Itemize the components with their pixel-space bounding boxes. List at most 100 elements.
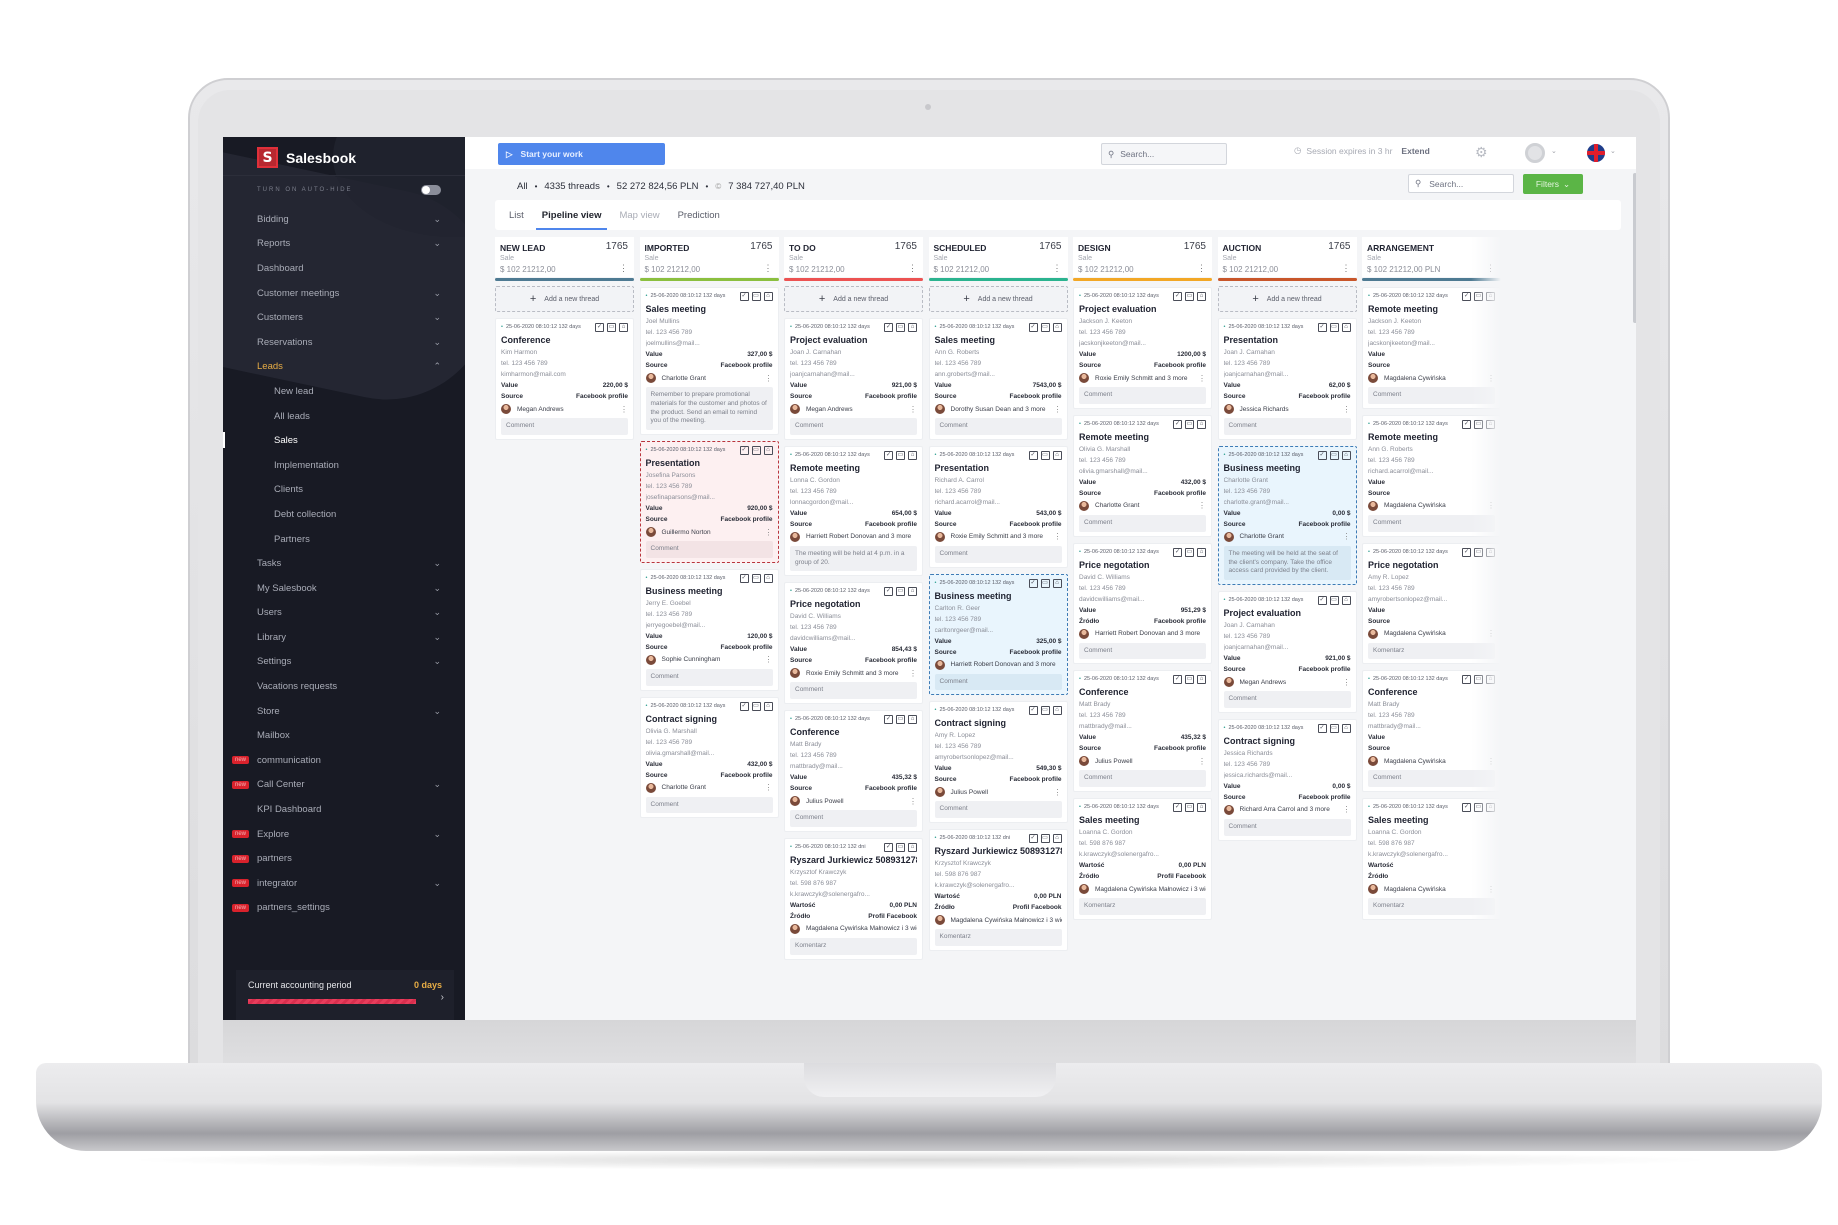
card-comment[interactable]: Comment (1079, 514, 1206, 532)
sidebar-item-vacations-requests[interactable]: Vacations requests (223, 674, 465, 699)
clipboard-check-icon[interactable]: ✓ (884, 587, 893, 597)
sidebar-item-all-leads[interactable]: All leads (223, 404, 465, 429)
thread-card[interactable]: • 25-06-2020 08:10:12 132 days ✓ ▭ ⌂ Price ne… (1073, 542, 1212, 665)
calendar-icon[interactable]: ▭ (607, 323, 616, 332)
archive-icon[interactable]: ⌂ (1486, 292, 1495, 301)
calendar-icon[interactable]: ▭ (896, 450, 905, 460)
thread-card[interactable]: • 25-06-2020 08:10:12 132 days ✓ ▭ ⌂ Contract… (928, 701, 1068, 824)
calendar-icon[interactable]: ▭ (1185, 419, 1194, 429)
calendar-icon[interactable]: ▭ (1329, 596, 1339, 606)
sidebar-item-my-salesbook[interactable]: My Salesbook ⌄ (223, 576, 465, 601)
sidebar-item-settings[interactable]: Settings ⌄ (223, 650, 465, 675)
archive-icon[interactable]: ⌂ (1052, 834, 1062, 844)
card-comment[interactable]: Comment (790, 810, 917, 827)
more-vertical-icon[interactable]: ⋮ (1343, 678, 1351, 687)
calendar-icon[interactable]: ▭ (751, 573, 761, 583)
thread-card[interactable]: • 25-06-2020 08:10:12 132 days ✓ ▭ ⌂ Sales me… (1362, 798, 1501, 920)
thread-card[interactable]: • 25-06-2020 08:10:12 132 days ✓ ▭ ⌂ Presenta… (928, 445, 1068, 568)
chevron-down-icon[interactable]: ⌄ (1610, 147, 1616, 155)
archive-icon[interactable]: ⌂ (1197, 675, 1206, 685)
clipboard-check-icon[interactable]: ✓ (739, 446, 749, 456)
more-vertical-icon[interactable]: ⋮ (1054, 532, 1062, 541)
more-vertical-icon[interactable]: ⋮ (1343, 805, 1351, 814)
more-vertical-icon[interactable]: ⋮ (765, 655, 773, 664)
more-vertical-icon[interactable]: ⋮ (620, 405, 628, 414)
clipboard-check-icon[interactable]: ✓ (1173, 675, 1182, 685)
calendar-icon[interactable]: ▭ (896, 587, 905, 597)
clipboard-check-icon[interactable]: ✓ (1317, 723, 1327, 733)
calendar-icon[interactable]: ▭ (1185, 803, 1194, 813)
card-comment[interactable]: Comment (1223, 418, 1351, 435)
archive-icon[interactable]: ⌂ (1486, 675, 1495, 685)
sidebar-item-communication[interactable]: new communication (223, 748, 465, 773)
chevron-down-icon[interactable]: ⌄ (433, 878, 441, 889)
thread-card[interactable]: • 25-06-2020 08:10:12 132 dni ✓ ▭ ⌂ Ryszard J… (928, 829, 1068, 951)
thread-card[interactable]: • 25-06-2020 08:10:12 132 days ✓ ▭ ⌂ Remote m… (1362, 287, 1501, 409)
thread-card[interactable]: • 25-06-2020 08:10:12 132 days ✓ ▭ ⌂ Presenta… (639, 441, 779, 563)
thread-card[interactable]: • 25-06-2020 08:10:12 132 days ✓ ▭ ⌂ Price ne… (784, 582, 923, 705)
more-vertical-icon[interactable]: ⋮ (908, 264, 917, 273)
calendar-icon[interactable]: ▭ (1474, 675, 1483, 685)
calendar-icon[interactable]: ▭ (896, 842, 905, 852)
tab-map-view[interactable]: Map view (619, 200, 659, 230)
archive-icon[interactable]: ⌂ (908, 450, 917, 460)
card-comment[interactable]: Comment (1223, 691, 1351, 708)
archive-icon[interactable]: ⌂ (1052, 323, 1062, 332)
card-comment[interactable]: Comment (1368, 387, 1495, 404)
card-comment[interactable]: Comment (934, 673, 1062, 691)
more-vertical-icon[interactable]: ⋮ (764, 264, 773, 273)
archive-icon[interactable]: ⌂ (1341, 723, 1351, 733)
clipboard-check-icon[interactable]: ✓ (1462, 547, 1471, 557)
more-vertical-icon[interactable]: ⋮ (1487, 374, 1495, 383)
thread-card[interactable]: • 25-06-2020 08:10:12 132 dni ✓ ▭ ⌂ Ryszard J… (784, 837, 923, 960)
thread-card[interactable]: • 25-06-2020 08:10:12 132 days ✓ ▭ ⌂ Sales me… (928, 318, 1068, 440)
chevron-down-icon[interactable]: ⌄ (433, 607, 441, 618)
clipboard-check-icon[interactable]: ✓ (1462, 675, 1471, 685)
sidebar-item-partners[interactable]: Partners (223, 527, 465, 552)
more-vertical-icon[interactable]: ⋮ (1487, 501, 1495, 510)
clipboard-check-icon[interactable]: ✓ (595, 323, 604, 332)
card-comment[interactable]: Remember to prepare promotional material… (645, 387, 773, 431)
calendar-icon[interactable]: ▭ (1185, 675, 1194, 685)
chevron-down-icon[interactable]: ⌄ (433, 656, 441, 667)
start-work-button[interactable]: ▷ Start your work (498, 143, 665, 165)
sidebar-item-kpi-dashboard[interactable]: KPI Dashboard (223, 797, 465, 822)
add-thread-button[interactable]: + Add a new thread (495, 286, 634, 312)
sidebar-item-debt-collection[interactable]: Debt collection (223, 502, 465, 527)
more-vertical-icon[interactable]: ⋮ (909, 669, 917, 678)
card-comment[interactable]: Comment (1079, 642, 1206, 660)
clipboard-check-icon[interactable]: ✓ (1173, 292, 1182, 301)
extend-session-button[interactable]: Extend (1401, 146, 1429, 156)
autohide-toggle[interactable] (421, 185, 441, 195)
sidebar-item-partners[interactable]: new partners (223, 846, 465, 871)
more-vertical-icon[interactable]: ⋮ (1487, 757, 1495, 766)
add-thread-button[interactable]: + Add a new thread (1217, 286, 1357, 312)
sidebar-item-reservations[interactable]: Reservations ⌄ (223, 330, 465, 355)
card-comment[interactable]: Comment (645, 668, 773, 686)
archive-icon[interactable]: ⌂ (763, 446, 773, 456)
sidebar-item-users[interactable]: Users ⌄ (223, 601, 465, 626)
sidebar-item-store[interactable]: Store ⌄ (223, 699, 465, 724)
thread-card[interactable]: • 25-06-2020 08:10:12 132 days ✓ ▭ ⌂ Sales me… (639, 287, 779, 436)
clipboard-check-icon[interactable]: ✓ (1028, 450, 1038, 460)
more-vertical-icon[interactable]: ⋮ (1053, 264, 1062, 273)
sidebar-item-leads[interactable]: Leads ⌃ (223, 355, 465, 380)
archive-icon[interactable]: ⌂ (1486, 419, 1495, 429)
calendar-icon[interactable]: ▭ (1040, 834, 1050, 844)
card-comment[interactable]: Comment (501, 418, 628, 435)
thread-card[interactable]: • 25-06-2020 08:10:12 132 days ✓ ▭ ⌂ Business… (639, 568, 779, 691)
archive-icon[interactable]: ⌂ (908, 323, 917, 332)
calendar-icon[interactable]: ▭ (1185, 292, 1194, 301)
card-comment[interactable]: Comment (934, 545, 1062, 563)
calendar-icon[interactable]: ▭ (1329, 723, 1339, 733)
more-vertical-icon[interactable]: ⋮ (1487, 629, 1495, 638)
thread-card[interactable]: • 25-06-2020 08:10:12 132 days ✓ ▭ ⌂ Project … (1217, 591, 1357, 713)
board-search-input[interactable]: ⚲ Search... (1408, 174, 1514, 193)
thread-card[interactable]: • 25-06-2020 08:10:12 132 days ✓ ▭ ⌂ Remote m… (784, 445, 923, 577)
global-search-input[interactable]: ⚲ Search... (1101, 143, 1227, 165)
sidebar-item-customer-meetings[interactable]: Customer meetings ⌄ (223, 281, 465, 306)
user-avatar[interactable] (1525, 143, 1545, 163)
archive-icon[interactable]: ⌂ (1052, 450, 1062, 460)
thread-card[interactable]: • 25-06-2020 08:10:12 132 days ✓ ▭ ⌂ Conferen… (1073, 670, 1212, 793)
chevron-down-icon[interactable]: ⌄ (1551, 147, 1557, 155)
